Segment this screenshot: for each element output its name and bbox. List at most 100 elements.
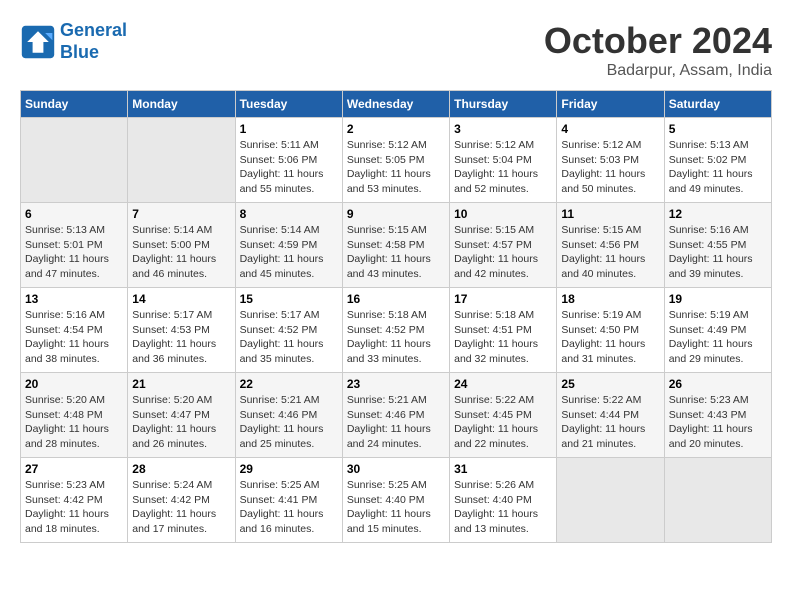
calendar-table: SundayMondayTuesdayWednesdayThursdayFrid…	[20, 90, 772, 543]
day-number: 15	[240, 292, 338, 306]
day-number: 16	[347, 292, 445, 306]
day-number: 24	[454, 377, 552, 391]
day-info: Sunrise: 5:13 AMSunset: 5:01 PMDaylight:…	[25, 223, 123, 282]
day-info: Sunrise: 5:24 AMSunset: 4:42 PMDaylight:…	[132, 478, 230, 537]
calendar-cell: 12 Sunrise: 5:16 AMSunset: 4:55 PMDaylig…	[664, 203, 771, 288]
day-number: 1	[240, 122, 338, 136]
day-info: Sunrise: 5:23 AMSunset: 4:42 PMDaylight:…	[25, 478, 123, 537]
day-info: Sunrise: 5:20 AMSunset: 4:47 PMDaylight:…	[132, 393, 230, 452]
day-info: Sunrise: 5:16 AMSunset: 4:55 PMDaylight:…	[669, 223, 767, 282]
logo: General Blue	[20, 20, 127, 63]
logo-text: General Blue	[60, 20, 127, 63]
day-info: Sunrise: 5:15 AMSunset: 4:56 PMDaylight:…	[561, 223, 659, 282]
day-number: 29	[240, 462, 338, 476]
day-number: 18	[561, 292, 659, 306]
calendar-cell: 19 Sunrise: 5:19 AMSunset: 4:49 PMDaylig…	[664, 288, 771, 373]
calendar-cell: 17 Sunrise: 5:18 AMSunset: 4:51 PMDaylig…	[450, 288, 557, 373]
calendar-cell: 15 Sunrise: 5:17 AMSunset: 4:52 PMDaylig…	[235, 288, 342, 373]
day-info: Sunrise: 5:17 AMSunset: 4:53 PMDaylight:…	[132, 308, 230, 367]
day-number: 25	[561, 377, 659, 391]
calendar-cell	[21, 118, 128, 203]
day-info: Sunrise: 5:16 AMSunset: 4:54 PMDaylight:…	[25, 308, 123, 367]
calendar-cell: 11 Sunrise: 5:15 AMSunset: 4:56 PMDaylig…	[557, 203, 664, 288]
calendar-cell: 30 Sunrise: 5:25 AMSunset: 4:40 PMDaylig…	[342, 458, 449, 543]
day-info: Sunrise: 5:15 AMSunset: 4:57 PMDaylight:…	[454, 223, 552, 282]
calendar-cell: 31 Sunrise: 5:26 AMSunset: 4:40 PMDaylig…	[450, 458, 557, 543]
day-info: Sunrise: 5:13 AMSunset: 5:02 PMDaylight:…	[669, 138, 767, 197]
weekday-header: Tuesday	[235, 91, 342, 118]
weekday-header-row: SundayMondayTuesdayWednesdayThursdayFrid…	[21, 91, 772, 118]
title-block: October 2024 Badarpur, Assam, India	[544, 20, 772, 80]
calendar-cell: 25 Sunrise: 5:22 AMSunset: 4:44 PMDaylig…	[557, 373, 664, 458]
calendar-cell: 8 Sunrise: 5:14 AMSunset: 4:59 PMDayligh…	[235, 203, 342, 288]
calendar-cell: 21 Sunrise: 5:20 AMSunset: 4:47 PMDaylig…	[128, 373, 235, 458]
calendar-week-row: 13 Sunrise: 5:16 AMSunset: 4:54 PMDaylig…	[21, 288, 772, 373]
calendar-cell: 2 Sunrise: 5:12 AMSunset: 5:05 PMDayligh…	[342, 118, 449, 203]
weekday-header: Monday	[128, 91, 235, 118]
day-number: 31	[454, 462, 552, 476]
weekday-header: Friday	[557, 91, 664, 118]
weekday-header: Wednesday	[342, 91, 449, 118]
calendar-cell: 6 Sunrise: 5:13 AMSunset: 5:01 PMDayligh…	[21, 203, 128, 288]
calendar-cell: 13 Sunrise: 5:16 AMSunset: 4:54 PMDaylig…	[21, 288, 128, 373]
day-number: 20	[25, 377, 123, 391]
day-info: Sunrise: 5:19 AMSunset: 4:49 PMDaylight:…	[669, 308, 767, 367]
day-info: Sunrise: 5:18 AMSunset: 4:52 PMDaylight:…	[347, 308, 445, 367]
day-info: Sunrise: 5:21 AMSunset: 4:46 PMDaylight:…	[240, 393, 338, 452]
day-info: Sunrise: 5:12 AMSunset: 5:03 PMDaylight:…	[561, 138, 659, 197]
calendar-cell: 27 Sunrise: 5:23 AMSunset: 4:42 PMDaylig…	[21, 458, 128, 543]
day-number: 3	[454, 122, 552, 136]
day-number: 12	[669, 207, 767, 221]
calendar-cell: 5 Sunrise: 5:13 AMSunset: 5:02 PMDayligh…	[664, 118, 771, 203]
calendar-cell: 26 Sunrise: 5:23 AMSunset: 4:43 PMDaylig…	[664, 373, 771, 458]
day-number: 14	[132, 292, 230, 306]
day-info: Sunrise: 5:25 AMSunset: 4:40 PMDaylight:…	[347, 478, 445, 537]
calendar-cell: 29 Sunrise: 5:25 AMSunset: 4:41 PMDaylig…	[235, 458, 342, 543]
day-number: 11	[561, 207, 659, 221]
day-info: Sunrise: 5:18 AMSunset: 4:51 PMDaylight:…	[454, 308, 552, 367]
day-info: Sunrise: 5:17 AMSunset: 4:52 PMDaylight:…	[240, 308, 338, 367]
day-number: 5	[669, 122, 767, 136]
calendar-cell: 24 Sunrise: 5:22 AMSunset: 4:45 PMDaylig…	[450, 373, 557, 458]
calendar-cell: 16 Sunrise: 5:18 AMSunset: 4:52 PMDaylig…	[342, 288, 449, 373]
calendar-cell: 22 Sunrise: 5:21 AMSunset: 4:46 PMDaylig…	[235, 373, 342, 458]
day-info: Sunrise: 5:12 AMSunset: 5:04 PMDaylight:…	[454, 138, 552, 197]
day-info: Sunrise: 5:14 AMSunset: 5:00 PMDaylight:…	[132, 223, 230, 282]
day-number: 17	[454, 292, 552, 306]
calendar-cell: 1 Sunrise: 5:11 AMSunset: 5:06 PMDayligh…	[235, 118, 342, 203]
calendar-cell: 10 Sunrise: 5:15 AMSunset: 4:57 PMDaylig…	[450, 203, 557, 288]
day-number: 10	[454, 207, 552, 221]
day-number: 6	[25, 207, 123, 221]
calendar-cell: 3 Sunrise: 5:12 AMSunset: 5:04 PMDayligh…	[450, 118, 557, 203]
calendar-body: 1 Sunrise: 5:11 AMSunset: 5:06 PMDayligh…	[21, 118, 772, 543]
day-info: Sunrise: 5:15 AMSunset: 4:58 PMDaylight:…	[347, 223, 445, 282]
calendar-cell	[664, 458, 771, 543]
day-number: 23	[347, 377, 445, 391]
calendar-week-row: 20 Sunrise: 5:20 AMSunset: 4:48 PMDaylig…	[21, 373, 772, 458]
page-header: General Blue October 2024 Badarpur, Assa…	[20, 20, 772, 80]
calendar-cell: 28 Sunrise: 5:24 AMSunset: 4:42 PMDaylig…	[128, 458, 235, 543]
day-info: Sunrise: 5:11 AMSunset: 5:06 PMDaylight:…	[240, 138, 338, 197]
weekday-header: Saturday	[664, 91, 771, 118]
calendar-cell	[557, 458, 664, 543]
day-number: 27	[25, 462, 123, 476]
calendar-cell: 18 Sunrise: 5:19 AMSunset: 4:50 PMDaylig…	[557, 288, 664, 373]
day-number: 9	[347, 207, 445, 221]
day-info: Sunrise: 5:23 AMSunset: 4:43 PMDaylight:…	[669, 393, 767, 452]
calendar-cell: 7 Sunrise: 5:14 AMSunset: 5:00 PMDayligh…	[128, 203, 235, 288]
day-info: Sunrise: 5:22 AMSunset: 4:44 PMDaylight:…	[561, 393, 659, 452]
calendar-week-row: 1 Sunrise: 5:11 AMSunset: 5:06 PMDayligh…	[21, 118, 772, 203]
day-number: 4	[561, 122, 659, 136]
weekday-header: Sunday	[21, 91, 128, 118]
weekday-header: Thursday	[450, 91, 557, 118]
day-info: Sunrise: 5:22 AMSunset: 4:45 PMDaylight:…	[454, 393, 552, 452]
calendar-cell: 20 Sunrise: 5:20 AMSunset: 4:48 PMDaylig…	[21, 373, 128, 458]
day-info: Sunrise: 5:12 AMSunset: 5:05 PMDaylight:…	[347, 138, 445, 197]
day-number: 13	[25, 292, 123, 306]
day-number: 26	[669, 377, 767, 391]
calendar-cell: 9 Sunrise: 5:15 AMSunset: 4:58 PMDayligh…	[342, 203, 449, 288]
calendar-week-row: 27 Sunrise: 5:23 AMSunset: 4:42 PMDaylig…	[21, 458, 772, 543]
month-title: October 2024	[544, 20, 772, 62]
calendar-cell: 23 Sunrise: 5:21 AMSunset: 4:46 PMDaylig…	[342, 373, 449, 458]
day-info: Sunrise: 5:19 AMSunset: 4:50 PMDaylight:…	[561, 308, 659, 367]
